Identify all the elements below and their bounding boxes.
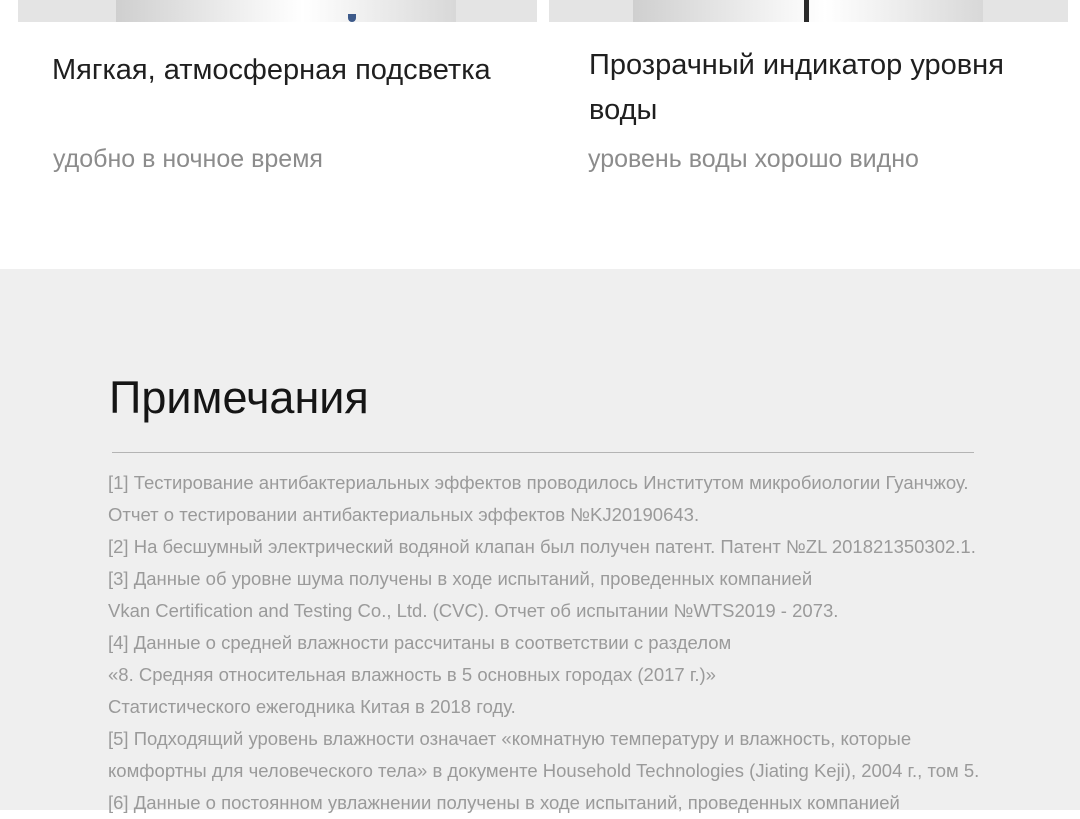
soft-light-product-image (18, 0, 537, 22)
feature-subtitle-water-indicator: уровень воды хорошо видно (588, 145, 919, 173)
feature-title-soft-light: Мягкая, атмосферная подсветка (52, 54, 491, 86)
note-line: Vkan Certification and Testing Co., Ltd.… (108, 600, 839, 621)
note-line: Статистического ежегодника Китая в 2018 … (108, 696, 516, 717)
note-line: Отчет о тестировании антибактериальных э… (108, 504, 700, 525)
features-section: Мягкая, атмосферная подсветка удобно в н… (0, 0, 1080, 269)
water-level-product-image (549, 0, 1068, 22)
water-level-window-mark (804, 0, 809, 22)
feature-subtitle-soft-light: удобно в ночное время (53, 145, 323, 173)
notes-list: [1] Тестирование антибактериальных эффек… (108, 467, 979, 819)
note-line: комфортны для человеческого тела» в доку… (108, 760, 980, 781)
feature-title-water-indicator: Прозрачный индикатор уровня воды (589, 49, 1004, 126)
note-line: [3] Данные об уровне шума получены в ход… (108, 568, 813, 589)
notes-divider (112, 452, 974, 453)
note-line: [2] На бесшумный электрический водяной к… (108, 536, 976, 557)
note-line: [4] Данные о средней влажности рассчитан… (108, 632, 732, 653)
note-line: [6] Данные о постоянном увлажнении получ… (108, 792, 900, 813)
note-line: [1] Тестирование антибактериальных эффек… (108, 472, 969, 493)
note-line: [5] Подходящий уровень влажности означае… (108, 728, 912, 749)
notes-heading: Примечания (109, 372, 369, 423)
product-light-glow (116, 0, 456, 22)
light-indicator-mark (348, 14, 356, 22)
note-line: «8. Средняя относительная влажность в 5 … (108, 664, 716, 685)
notes-section: Примечания [1] Тестирование антибактериа… (0, 269, 1080, 813)
